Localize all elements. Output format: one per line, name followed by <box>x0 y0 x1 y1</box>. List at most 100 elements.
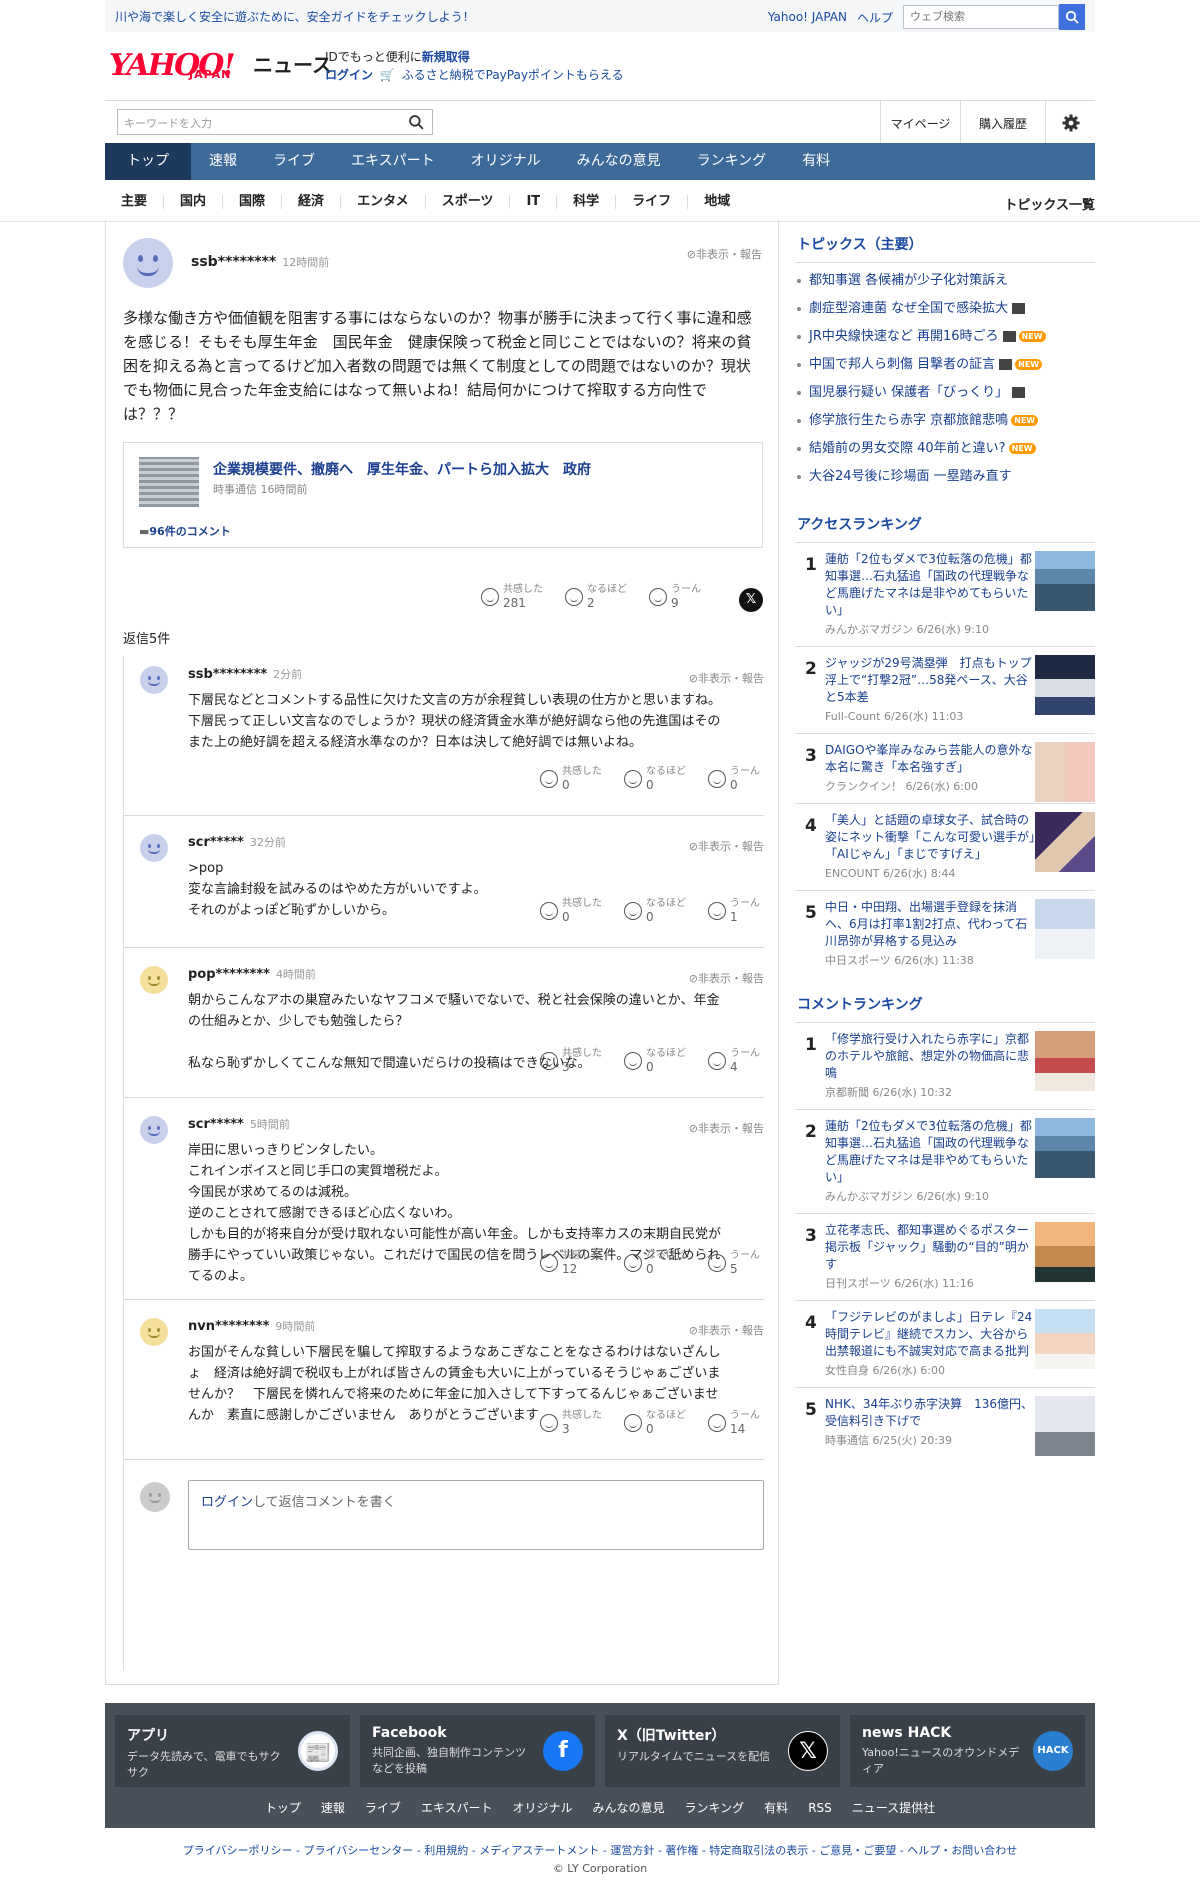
reply-input[interactable]: ログインして返信コメントを書く <box>188 1480 764 1550</box>
topic-item[interactable]: 大谷24号後に珍場面 一塁踏み直す <box>795 463 1095 491</box>
safety-guide-link[interactable]: 川や海で楽しく安全に遊ぶために、安全ガイドをチェックしよう！ <box>115 8 475 25</box>
hide-report-link[interactable]: ⊘非表示・報告 <box>689 1120 764 1136</box>
reply-user[interactable]: scr***** 32分前 <box>188 834 286 850</box>
search-icon[interactable] <box>408 114 424 130</box>
furusato-link[interactable]: ふるさと納税でPayPayポイントもらえる <box>402 68 624 82</box>
subnav-entertainment[interactable]: エンタメ <box>341 195 426 209</box>
ranking-title[interactable]: 中日・中田翔、出場選手登録を抹消へ、6月は打率1割2打点、代わって石川昂弥が昇格… <box>825 899 1035 950</box>
ranking-item[interactable]: 3 立花孝志氏、都知事選めぐるポスター掲示板「ジャック」騒動の“目的”明かす 日刊ス… <box>795 1213 1095 1300</box>
reply-user[interactable]: nvn******** 9時間前 <box>188 1318 315 1334</box>
footer-nav-link[interactable]: みんなの意見 <box>593 1801 665 1815</box>
footer-nav-link[interactable]: 有料 <box>764 1801 788 1815</box>
footer-nav-link[interactable]: 速報 <box>321 1801 345 1815</box>
footer-card[interactable]: X（旧Twitter） リアルタイムでニュースを配信 𝕏 <box>605 1715 840 1787</box>
signup-link[interactable]: 新規取得 <box>422 50 470 64</box>
nav-original[interactable]: オリジナル <box>453 143 559 180</box>
ranking-item[interactable]: 5 NHK、34年ぶり赤字決算 136億円、受信料引き下げで 時事通信 6/25(火… <box>795 1387 1095 1457</box>
footer-card[interactable]: アプリ データ先読みで、電車でもサクサク 📰 <box>115 1715 350 1787</box>
subnav-world[interactable]: 国際 <box>223 195 283 209</box>
keyword-search-input[interactable]: キーワードを入力 <box>117 109 433 135</box>
ranking-item[interactable]: 4 「フジテレビのがましよ」日テレ『24時間テレビ』継続でスカン、大谷から出禁報道… <box>795 1300 1095 1387</box>
subnav-it[interactable]: IT <box>510 195 558 209</box>
x-share-icon[interactable]: 𝕏 <box>739 588 763 612</box>
ranking-title[interactable]: ジャッジが29号満塁弾 打点もトップ浮上で“打撃2冠”…58発ペース、大谷と5本… <box>825 655 1035 706</box>
user-avatar[interactable] <box>140 966 168 994</box>
nav-breaking[interactable]: 速報 <box>191 143 255 180</box>
service-name[interactable]: ニュース <box>253 49 332 78</box>
topics-list-link[interactable]: トピックス一覧 <box>1004 194 1095 213</box>
nav-paid[interactable]: 有料 <box>784 143 848 180</box>
agree-button[interactable]: 共感した 3 <box>540 1048 610 1074</box>
subnav-main[interactable]: 主要 <box>105 195 165 209</box>
footer-nav-link[interactable]: エキスパート <box>421 1801 493 1815</box>
nav-ranking[interactable]: ランキング <box>679 143 785 180</box>
user-avatar[interactable] <box>140 1116 168 1144</box>
ranking-title[interactable]: DAIGOや峯岸みなみら芸能人の意外な本名に驚き「本名強すぎ」 <box>825 742 1035 776</box>
agree-button[interactable]: 共感した 0 <box>540 898 610 924</box>
ranking-item[interactable]: 3 DAIGOや峯岸みなみら芸能人の意外な本名に驚き「本名強すぎ」 クランクイン！ … <box>795 733 1095 803</box>
um-button[interactable]: うーん 0 <box>708 766 764 792</box>
reply-login-link[interactable]: ログイン <box>201 1495 253 1510</box>
subnav-science[interactable]: 科学 <box>557 195 617 209</box>
login-link[interactable]: ログイン <box>325 68 373 82</box>
hide-report-link[interactable]: ⊘非表示・報告 <box>689 970 764 986</box>
ranking-item[interactable]: 2 蓮舫「2位もダメで3位転落の危機」都知事選…石丸猛追「国政の代理戦争など馬鹿げ… <box>795 1109 1095 1213</box>
ranking-item[interactable]: 1 蓮舫「2位もダメで3位転落の危機」都知事選…石丸猛追「国政の代理戦争など馬鹿げ… <box>795 542 1095 646</box>
agree-button[interactable]: 共感した 12 <box>540 1250 610 1276</box>
topic-item[interactable]: 劇症型溶連菌 なぜ全国で感染拡大 <box>795 295 1095 323</box>
footer-nav-link[interactable]: オリジナル <box>513 1801 573 1815</box>
hide-report-link[interactable]: ⊘非表示・報告 <box>689 838 764 854</box>
footer-nav-link[interactable]: ニュース提供社 <box>852 1801 935 1815</box>
ranking-item[interactable]: 1 「修学旅行受け入れたら赤字に」京都のホテルや旅館、想定外の物価高に悲鳴 京都新聞… <box>795 1022 1095 1109</box>
um-button[interactable]: うーん 14 <box>708 1410 764 1436</box>
ranking-item[interactable]: 4 「美人」と話題の卓球女子、試合時の姿にネット衝撃「こんな可愛い選手が」「AIじ… <box>795 803 1095 890</box>
topic-item[interactable]: 都知事選 各候補が少子化対策訴え <box>795 267 1095 295</box>
hmm-button[interactable]: なるほど 0 <box>624 766 694 792</box>
footer-nav-link[interactable]: トップ <box>265 1801 301 1815</box>
hide-report-link[interactable]: ⊘非表示・報告 <box>689 1322 764 1338</box>
article-title[interactable]: 企業規模要件、撤廃へ 厚生年金、パートら加入拡大 政府 <box>213 459 591 479</box>
ranking-title[interactable]: 「フジテレビのがましよ」日テレ『24時間テレビ』継続でスカン、大谷から出禁報道に… <box>825 1309 1035 1360</box>
ranking-item[interactable]: 2 ジャッジが29号満塁弾 打点もトップ浮上で“打撃2冠”…58発ペース、大谷と5… <box>795 646 1095 733</box>
ranking-title[interactable]: NHK、34年ぶり赤字決算 136億円、受信料引き下げで <box>825 1396 1035 1430</box>
reply-user[interactable]: scr***** 5時間前 <box>188 1116 290 1132</box>
agree-button[interactable]: 共感した 0 <box>540 766 610 792</box>
help-link[interactable]: ヘルプ <box>857 9 893 26</box>
hide-report-link[interactable]: ⊘非表示・報告 <box>689 670 764 686</box>
topic-item[interactable]: 結婚前の男女交際 40年前と違い? NEW <box>795 435 1095 463</box>
subnav-life[interactable]: ライフ <box>616 195 689 209</box>
subnav-economy[interactable]: 経済 <box>282 195 342 209</box>
reply-user[interactable]: pop******** 4時間前 <box>188 966 316 982</box>
hmm-button[interactable]: なるほど 0 <box>624 898 694 924</box>
um-button[interactable]: うーん 5 <box>708 1250 764 1276</box>
subnav-local[interactable]: 地域 <box>688 195 746 209</box>
ranking-title[interactable]: 「修学旅行受け入れたら赤字に」京都のホテルや旅館、想定外の物価高に悲鳴 <box>825 1031 1035 1082</box>
user-avatar[interactable] <box>123 238 173 288</box>
footer-card[interactable]: Facebook 共同企画、独自制作コンテンツなどを投稿 f <box>360 1715 595 1787</box>
web-search-input[interactable] <box>903 5 1059 29</box>
article-comments-link[interactable]: ▬96件のコメント <box>139 523 231 539</box>
topic-item[interactable]: JR中央線快速など 再開16時ごろ NEW <box>795 323 1095 351</box>
ranking-title[interactable]: 蓮舫「2位もダメで3位転落の危機」都知事選…石丸猛追「国政の代理戦争など馬鹿げた… <box>825 1118 1035 1186</box>
comment-user[interactable]: ssb******** 12時間前 <box>191 254 329 270</box>
yahoo-japan-link[interactable]: Yahoo! JAPAN <box>768 10 847 24</box>
footer-card[interactable]: news HACK Yahoo!ニュースのオウンドメディア HACK <box>850 1715 1085 1787</box>
settings-button[interactable] <box>1045 101 1095 145</box>
ranking-title[interactable]: 「美人」と話題の卓球女子、試合時の姿にネット衝撃「こんな可愛い選手が」「AIじゃ… <box>825 812 1035 863</box>
agree-button[interactable]: 共感した 3 <box>540 1410 610 1436</box>
hmm-button[interactable]: なるほど 0 <box>624 1250 694 1276</box>
mypage-link[interactable]: マイページ <box>880 101 960 145</box>
ranking-title[interactable]: 蓮舫「2位もダメで3位転落の危機」都知事選…石丸猛追「国政の代理戦争など馬鹿げた… <box>825 551 1035 619</box>
footer-nav-link[interactable]: RSS <box>808 1801 832 1815</box>
web-search-button[interactable] <box>1059 4 1085 30</box>
hide-report-link[interactable]: ⊘非表示・報告 <box>687 246 762 262</box>
topic-item[interactable]: 国児暴行疑い 保護者「びっくり」 <box>795 379 1095 407</box>
hmm-button[interactable]: なるほど 2 <box>565 584 635 610</box>
subnav-sports[interactable]: スポーツ <box>426 195 511 209</box>
topic-item[interactable]: 中国で邦人ら刺傷 目撃者の証言 NEW <box>795 351 1095 379</box>
footer-nav-link[interactable]: ライブ <box>365 1801 401 1815</box>
um-button[interactable]: うーん 9 <box>649 584 705 610</box>
subnav-domestic[interactable]: 国内 <box>164 195 224 209</box>
nav-live[interactable]: ライブ <box>255 143 333 180</box>
hmm-button[interactable]: なるほど 0 <box>624 1048 694 1074</box>
